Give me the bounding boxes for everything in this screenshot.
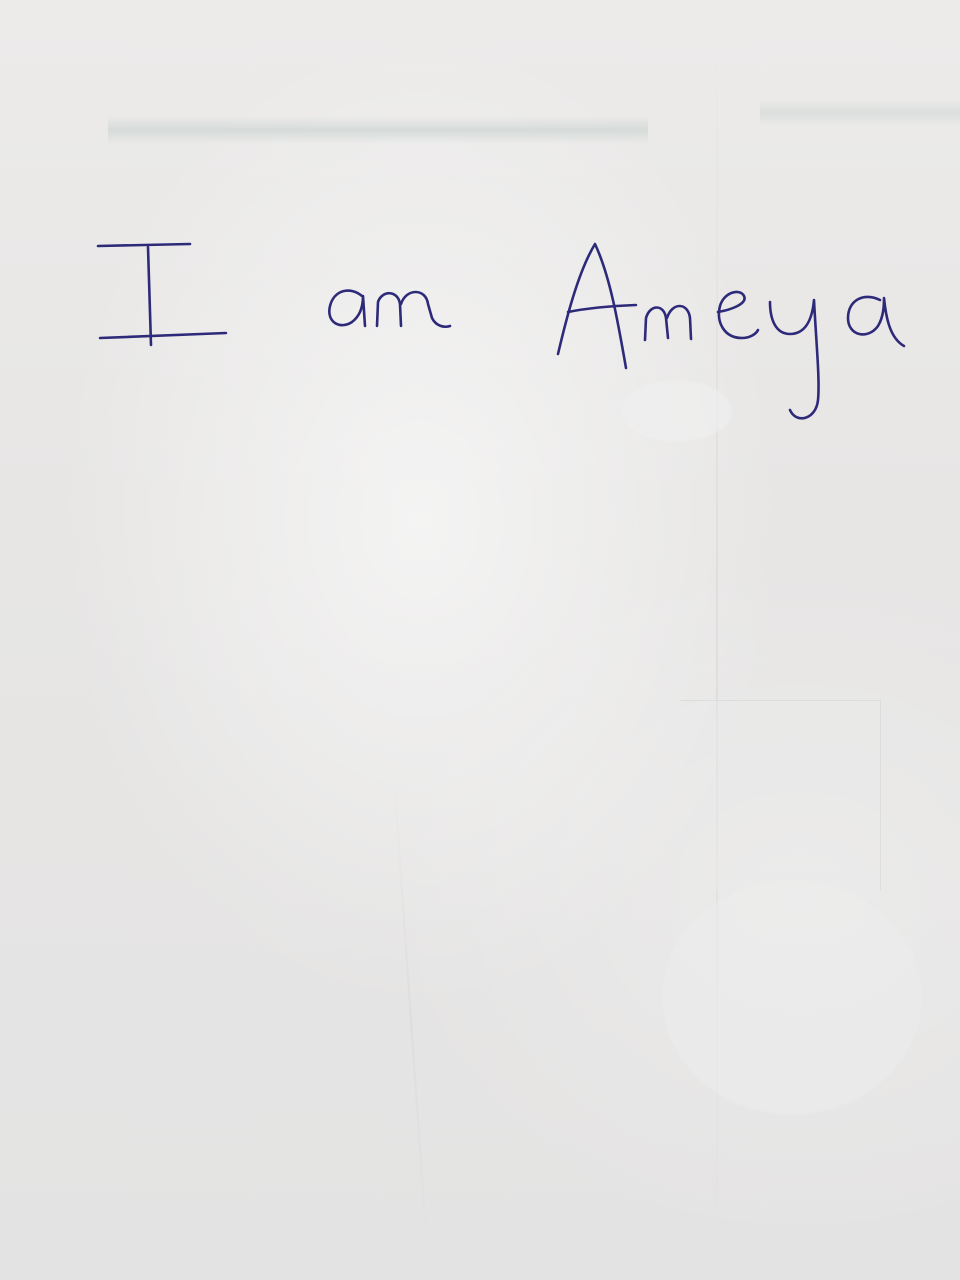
handwritten-word-ameya [556, 242, 906, 420]
handwritten-note [96, 242, 906, 420]
paper-sheet: I am Ameya [0, 0, 960, 1280]
handwritten-letter-I [96, 242, 228, 347]
handwritten-word-am [328, 289, 452, 329]
